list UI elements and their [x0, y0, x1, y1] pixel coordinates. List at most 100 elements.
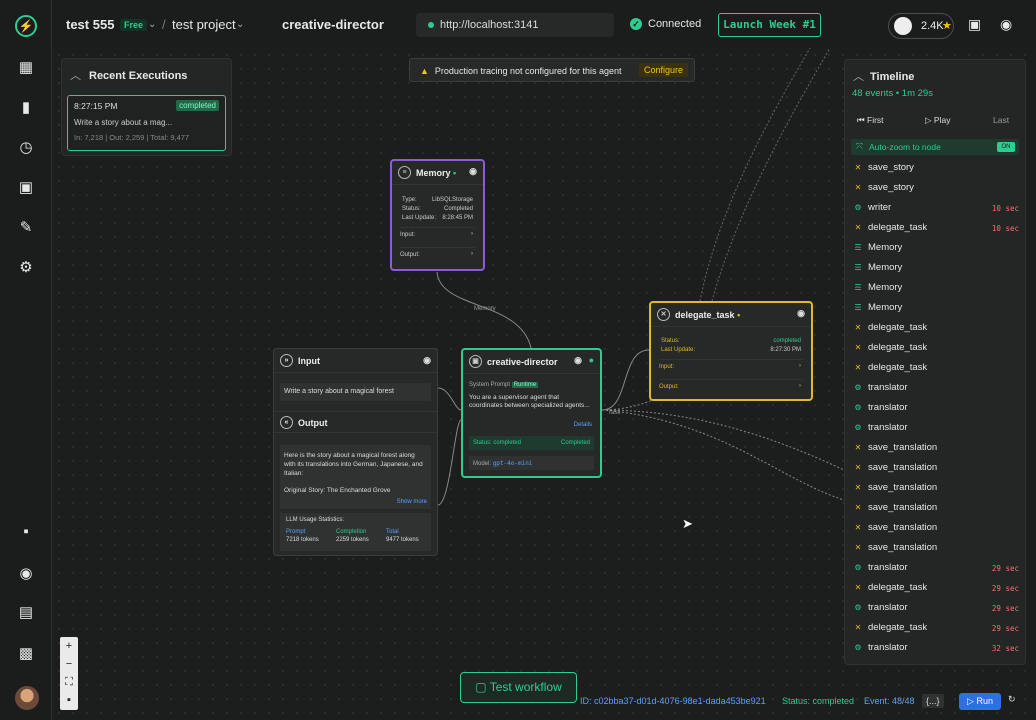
- event-name: save_story: [868, 182, 914, 193]
- event-duration: 10 sec: [991, 224, 1019, 233]
- tool-icon: ✕: [854, 363, 862, 372]
- timeline-event[interactable]: ✕ save_translation: [853, 502, 1021, 522]
- timeline-event[interactable]: ✕ delegate_task: [853, 362, 1021, 382]
- output-title: Output: [298, 418, 328, 428]
- event-name: writer: [868, 202, 892, 213]
- timeline-event[interactable]: ☰ Memory: [853, 262, 1021, 282]
- zoom-in-button[interactable]: +: [60, 637, 78, 655]
- timeline-event[interactable]: ☰ Memory: [853, 302, 1021, 322]
- delegate-output-section[interactable]: Output: ›: [659, 379, 803, 393]
- tool-icon: ✕: [854, 583, 862, 592]
- show-more-link[interactable]: Show more: [397, 498, 427, 507]
- event-name: delegate_task: [868, 622, 928, 633]
- timeline-event[interactable]: ⚙ translator: [853, 422, 1021, 442]
- run-button[interactable]: ▷ Run: [959, 693, 1001, 710]
- chat-icon: ▢: [475, 680, 490, 694]
- zoom-controls: + − ⛶ ▪: [60, 637, 78, 710]
- creative-director-node[interactable]: ▣ creative-director ◉ ● System Prompt Runti…: [461, 348, 602, 478]
- autozoom-toggle[interactable]: ON: [997, 142, 1015, 152]
- memory-icon: ☰: [854, 303, 862, 312]
- tool-icon: ✕: [854, 343, 862, 352]
- timeline-event[interactable]: ⚙ translator 29 sec: [853, 602, 1021, 622]
- io-node[interactable]: » Input ◉ Write a story about a magical fo…: [273, 348, 438, 556]
- timeline-event[interactable]: ⚙ translator 32 sec: [853, 642, 1021, 662]
- timeline-event[interactable]: ✕ save_translation: [853, 542, 1021, 562]
- fit-view-button[interactable]: ⛶: [60, 673, 78, 691]
- timeline-event[interactable]: ✕ delegate_task 29 sec: [853, 622, 1021, 642]
- agent-icon: ⚙: [854, 383, 862, 392]
- execution-card[interactable]: 8:27:15 PM completed Write a story about…: [67, 95, 226, 151]
- timeline-event[interactable]: ✕ delegate_task: [853, 342, 1021, 362]
- timeline-event[interactable]: ⚙ translator: [853, 382, 1021, 402]
- event-name: translator: [868, 562, 908, 573]
- timeline-event[interactable]: ✕ delegate_task: [853, 322, 1021, 342]
- timeline-event[interactable]: ☰ Memory: [853, 282, 1021, 302]
- eye-icon[interactable]: ◉: [469, 166, 477, 177]
- timeline-event[interactable]: ⚙ translator: [853, 402, 1021, 422]
- tool-icon: ✕: [854, 623, 862, 632]
- tool-icon: ✕: [854, 483, 862, 492]
- lock-icon[interactable]: ▪: [60, 691, 78, 709]
- event-name: delegate_task: [868, 362, 928, 373]
- json-button[interactable]: {...}: [922, 694, 944, 708]
- agent-icon: ⚙: [854, 403, 862, 412]
- status-row: Status: completed Completed: [469, 436, 594, 450]
- refresh-icon[interactable]: ↻: [1008, 694, 1016, 705]
- memory-node[interactable]: ≡ Memory • ◉ Type: LibSQLStorage Status: Com…: [390, 159, 485, 271]
- configure-button[interactable]: Configure: [638, 63, 688, 77]
- agent-icon: ⚙: [854, 423, 862, 432]
- eye-icon[interactable]: ◉: [574, 355, 582, 366]
- timeline-event[interactable]: ⚙ writer 10 sec: [853, 202, 1021, 222]
- panel-title: Recent Executions: [89, 70, 188, 82]
- memory-icon: ☰: [854, 243, 862, 252]
- agent-icon: ⚙: [854, 643, 862, 652]
- tool-icon: ✕: [854, 163, 862, 172]
- timeline-event[interactable]: ✕ delegate_task 29 sec: [853, 582, 1021, 602]
- tool-icon: ✕: [854, 543, 862, 552]
- collapse-icon[interactable]: ︿: [70, 70, 81, 82]
- timeline-title: Timeline: [870, 71, 915, 83]
- timeline-event[interactable]: ✕ save_translation: [853, 442, 1021, 462]
- collapse-icon[interactable]: ︿: [853, 71, 864, 83]
- memory-icon: ☰: [854, 263, 862, 272]
- memory-icon: ☰: [854, 283, 862, 292]
- eye-icon[interactable]: ◉: [797, 308, 805, 319]
- zoom-out-button[interactable]: −: [60, 655, 78, 673]
- input-title: Input: [298, 356, 320, 366]
- timeline-event[interactable]: ✕ save_story: [853, 162, 1021, 182]
- delegate-input-section[interactable]: Input: ›: [659, 359, 803, 373]
- tool-icon: ✕: [657, 308, 670, 321]
- timeline-event[interactable]: ⚙ translator 29 sec: [853, 562, 1021, 582]
- memory-input-section[interactable]: Input: ›: [400, 227, 475, 241]
- event-duration: 29 sec: [991, 624, 1019, 633]
- model-row: Model: gpt-4o-mini: [469, 456, 594, 470]
- timeline-event[interactable]: ✕ save_translation: [853, 482, 1021, 502]
- timeline-event[interactable]: ✕ delegate_task 10 sec: [853, 222, 1021, 242]
- event-name: save_story: [868, 162, 914, 173]
- details-link[interactable]: Details: [574, 422, 592, 428]
- memory-output-section[interactable]: Output: ›: [400, 247, 475, 261]
- event-name: Memory: [868, 302, 903, 313]
- execution-task: Write a story about a mag...: [74, 118, 173, 127]
- timeline-event[interactable]: ✕ save_translation: [853, 462, 1021, 482]
- event-name: translator: [868, 422, 908, 433]
- timeline-event[interactable]: ✕ save_story: [853, 182, 1021, 202]
- autozoom-toggle-row[interactable]: ⤧ Auto-zoom to node ON: [851, 139, 1019, 155]
- eye-icon[interactable]: ◉: [423, 355, 431, 366]
- event-name: delegate_task: [868, 342, 928, 353]
- memory-icon: ≡: [398, 166, 411, 179]
- timeline-event[interactable]: ✕ save_translation: [853, 522, 1021, 542]
- timeline-event[interactable]: ☰ Memory: [853, 242, 1021, 262]
- input-text: Write a story about a magical forest: [280, 383, 431, 401]
- event-duration: 32 sec: [991, 644, 1019, 653]
- app-window: ⚡ ▦ ▮ ◷ ▣ ✎ ⚙ ▪ ◉ ▤ ▩ test 555 Free ⌄ / …: [0, 0, 1036, 720]
- test-workflow-button[interactable]: ▢ Test workflow: [460, 672, 577, 703]
- run-status-icon: ●: [588, 355, 594, 365]
- play-button[interactable]: ▷ Play: [925, 115, 950, 126]
- tool-icon: ✕: [854, 183, 862, 192]
- delegate-task-node[interactable]: ✕ delegate_task • ◉ Status: completed Last …: [649, 301, 813, 401]
- first-button[interactable]: ⏮ First: [857, 115, 884, 126]
- node-title: delegate_task: [675, 310, 735, 320]
- last-button[interactable]: Last: [993, 115, 1009, 125]
- agent-icon: ⚙: [854, 203, 862, 212]
